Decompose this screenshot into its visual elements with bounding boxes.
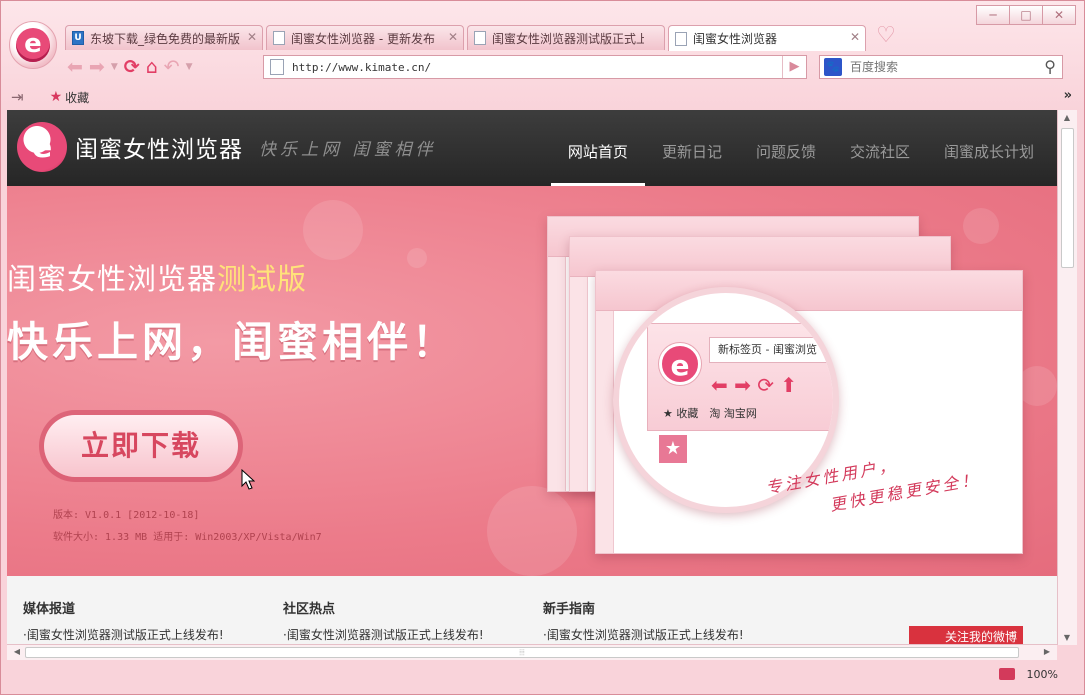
column-title: 社区热点 bbox=[283, 602, 336, 617]
banner-headline: 快乐上网，闺蜜相伴！ bbox=[7, 318, 457, 366]
size-info: 软件大小: 1.33 MB 适用于: Win2003/XP/Vista/Win7 bbox=[53, 532, 322, 543]
page-icon bbox=[273, 31, 285, 45]
community-hot-column: 社区热点 ·闺蜜女性浏览器测试版正式上线发布! bbox=[283, 598, 523, 643]
horizontal-scrollbar[interactable]: ◀ ⦙⦙⦙ ▶ bbox=[7, 644, 1057, 660]
zoom-level[interactable]: 100% bbox=[1027, 668, 1058, 681]
nav-feedback[interactable]: 问题反馈 bbox=[739, 110, 833, 186]
mouse-cursor-icon bbox=[241, 469, 255, 490]
home-icon[interactable]: ⌂ bbox=[146, 57, 158, 77]
follow-weibo-button[interactable]: 关注我的微博 bbox=[909, 626, 1023, 645]
search-box: 🐾 ⚲ bbox=[819, 55, 1063, 79]
minimize-button[interactable]: ─ bbox=[976, 5, 1010, 25]
browser-menu-logo[interactable]: e bbox=[9, 21, 57, 69]
news-section: 媒体报道 ·闺蜜女性浏览器测试版正式上线发布! 社区热点 ·闺蜜女性浏览器测试版… bbox=[7, 576, 1057, 645]
close-tab-icon[interactable]: ✕ bbox=[247, 30, 257, 44]
nav-update-log[interactable]: 更新日记 bbox=[645, 110, 739, 186]
browser-window: e U 东坡下载_绿色免费的最新版 ✕ 闺蜜女性浏览器 - 更新发布 ✕ 闺蜜女… bbox=[0, 0, 1085, 695]
new-tab-heart-icon[interactable]: ♡ bbox=[872, 25, 900, 47]
chevron-down-icon[interactable]: ▼ bbox=[111, 57, 118, 77]
bookmarks-bar: ⇥ ★ 收藏 » bbox=[1, 85, 1084, 109]
window-controls: ─ □ ✕ bbox=[976, 5, 1076, 25]
tab-2[interactable]: 闺蜜女性浏览器测试版正式上 bbox=[467, 25, 665, 50]
media-reports-column: 媒体报道 ·闺蜜女性浏览器测试版正式上线发布! bbox=[23, 598, 263, 643]
tab-title: 闺蜜女性浏览器测试版正式上 bbox=[492, 31, 644, 46]
download-label: 立即下载 bbox=[44, 415, 238, 477]
favorites-label: 收藏 bbox=[65, 90, 90, 105]
tab-strip: U 东坡下载_绿色免费的最新版 ✕ 闺蜜女性浏览器 - 更新发布 ✕ 闺蜜女性浏… bbox=[65, 25, 869, 51]
horizontal-scroll-thumb[interactable]: ⦙⦙⦙ bbox=[25, 647, 1019, 658]
tab-title: 闺蜜女性浏览器 - 更新发布 bbox=[291, 31, 435, 46]
scroll-right-icon[interactable]: ▶ bbox=[1039, 647, 1055, 656]
page-icon bbox=[675, 31, 687, 46]
zoom-nav-arrows-icon: ⬅ ➡ ⟳ ⬆ bbox=[711, 373, 798, 397]
zoom-bookmarks: ★ 收藏 淘 淘宝网 bbox=[663, 407, 757, 420]
site-header: e 闺蜜女性浏览器 快乐上网 闺蜜相伴 网站首页 更新日记 问题反馈 交流社区 … bbox=[7, 110, 1057, 186]
forward-arrow-icon[interactable]: ➡ bbox=[89, 57, 105, 77]
vertical-scrollbar[interactable]: ▲ ▼ bbox=[1057, 110, 1077, 645]
refresh-icon[interactable]: ⟳ bbox=[124, 57, 140, 77]
vertical-scroll-thumb[interactable] bbox=[1061, 128, 1074, 268]
news-link[interactable]: ·闺蜜女性浏览器测试版正式上线发布! bbox=[283, 626, 523, 643]
tab-3[interactable]: 闺蜜女性浏览器 ✕ bbox=[668, 25, 866, 51]
tab-favicon: U bbox=[72, 31, 84, 45]
nav-growth-plan[interactable]: 闺蜜成长计划 bbox=[927, 110, 1051, 186]
zoom-logo-icon: e bbox=[659, 343, 701, 385]
favorites-button[interactable]: ★ 收藏 bbox=[50, 89, 90, 106]
beginner-guide-column: 新手指南 ·闺蜜女性浏览器测试版正式上线发布! bbox=[543, 598, 783, 643]
scroll-left-icon[interactable]: ◀ bbox=[9, 647, 25, 656]
version-info: 版本: V1.0.1 [2012-10-18] bbox=[53, 510, 200, 521]
close-button[interactable]: ✕ bbox=[1042, 5, 1076, 25]
tab-0[interactable]: U 东坡下载_绿色免费的最新版 ✕ bbox=[65, 25, 263, 50]
browser-logo-letter: e bbox=[16, 28, 50, 62]
undo-close-icon[interactable]: ↶ bbox=[164, 57, 180, 77]
site-nav: 网站首页 更新日记 问题反馈 交流社区 闺蜜成长计划 bbox=[550, 110, 1051, 186]
hero-banner: 闺蜜女性浏览器测试版 快乐上网，闺蜜相伴！ 立即下载 版本: V1.0.1 [2… bbox=[7, 186, 1057, 576]
scroll-up-icon[interactable]: ▲ bbox=[1059, 113, 1075, 122]
banner-title: 闺蜜女性浏览器测试版 bbox=[7, 262, 308, 296]
site-logo-icon: e bbox=[17, 122, 67, 172]
navigation-buttons: ⬅ ➡ ▼ ⟳ ⌂ ↶ ▼ bbox=[67, 57, 193, 77]
column-title: 新手指南 bbox=[543, 602, 596, 617]
back-arrow-icon[interactable]: ⬅ bbox=[67, 57, 83, 77]
tab-title: 东坡下载_绿色免费的最新版 bbox=[90, 31, 241, 46]
news-link[interactable]: ·闺蜜女性浏览器测试版正式上线发布! bbox=[23, 626, 263, 643]
tab-title: 闺蜜女性浏览器 bbox=[693, 32, 778, 46]
status-panel-icon[interactable] bbox=[998, 668, 1015, 680]
page-icon bbox=[474, 31, 486, 45]
address-bar: ▶ bbox=[263, 55, 807, 79]
news-link[interactable]: ·闺蜜女性浏览器测试版正式上线发布! bbox=[543, 626, 783, 643]
go-arrow-icon[interactable]: ▶ bbox=[782, 56, 806, 78]
search-icon[interactable]: ⚲ bbox=[1044, 57, 1056, 76]
baidu-paw-icon[interactable]: 🐾 bbox=[824, 58, 842, 76]
url-input[interactable] bbox=[292, 60, 772, 74]
maximize-button[interactable]: □ bbox=[1009, 5, 1043, 25]
scroll-down-icon[interactable]: ▼ bbox=[1059, 633, 1075, 642]
chevron-down-icon[interactable]: ▼ bbox=[186, 57, 193, 77]
zoom-star-icon: ★ bbox=[659, 435, 687, 463]
site-brand-name: 闺蜜女性浏览器 bbox=[75, 137, 243, 163]
sidebar-toggle-icon[interactable]: ⇥ bbox=[11, 88, 24, 106]
zoom-tab-title: 新标签页 - 闺蜜浏览 bbox=[709, 337, 833, 363]
more-bookmarks-button[interactable]: » bbox=[1064, 88, 1072, 103]
column-title: 媒体报道 bbox=[23, 602, 76, 617]
site-slogan: 快乐上网 闺蜜相伴 bbox=[259, 139, 437, 160]
search-input[interactable] bbox=[850, 60, 1040, 74]
star-icon: ★ bbox=[49, 89, 63, 105]
site-logo[interactable]: e 闺蜜女性浏览器 快乐上网 闺蜜相伴 bbox=[17, 122, 436, 172]
close-tab-icon[interactable]: ✕ bbox=[850, 30, 860, 44]
tab-1[interactable]: 闺蜜女性浏览器 - 更新发布 ✕ bbox=[266, 25, 464, 50]
close-tab-icon[interactable]: ✕ bbox=[448, 30, 458, 44]
nav-home[interactable]: 网站首页 bbox=[550, 110, 645, 186]
download-button[interactable]: 立即下载 bbox=[39, 410, 243, 482]
page-viewport: e 闺蜜女性浏览器 快乐上网 闺蜜相伴 网站首页 更新日记 问题反馈 交流社区 … bbox=[7, 110, 1057, 645]
status-bar: 100% bbox=[1, 661, 1084, 687]
nav-community[interactable]: 交流社区 bbox=[833, 110, 927, 186]
page-icon bbox=[270, 59, 284, 75]
